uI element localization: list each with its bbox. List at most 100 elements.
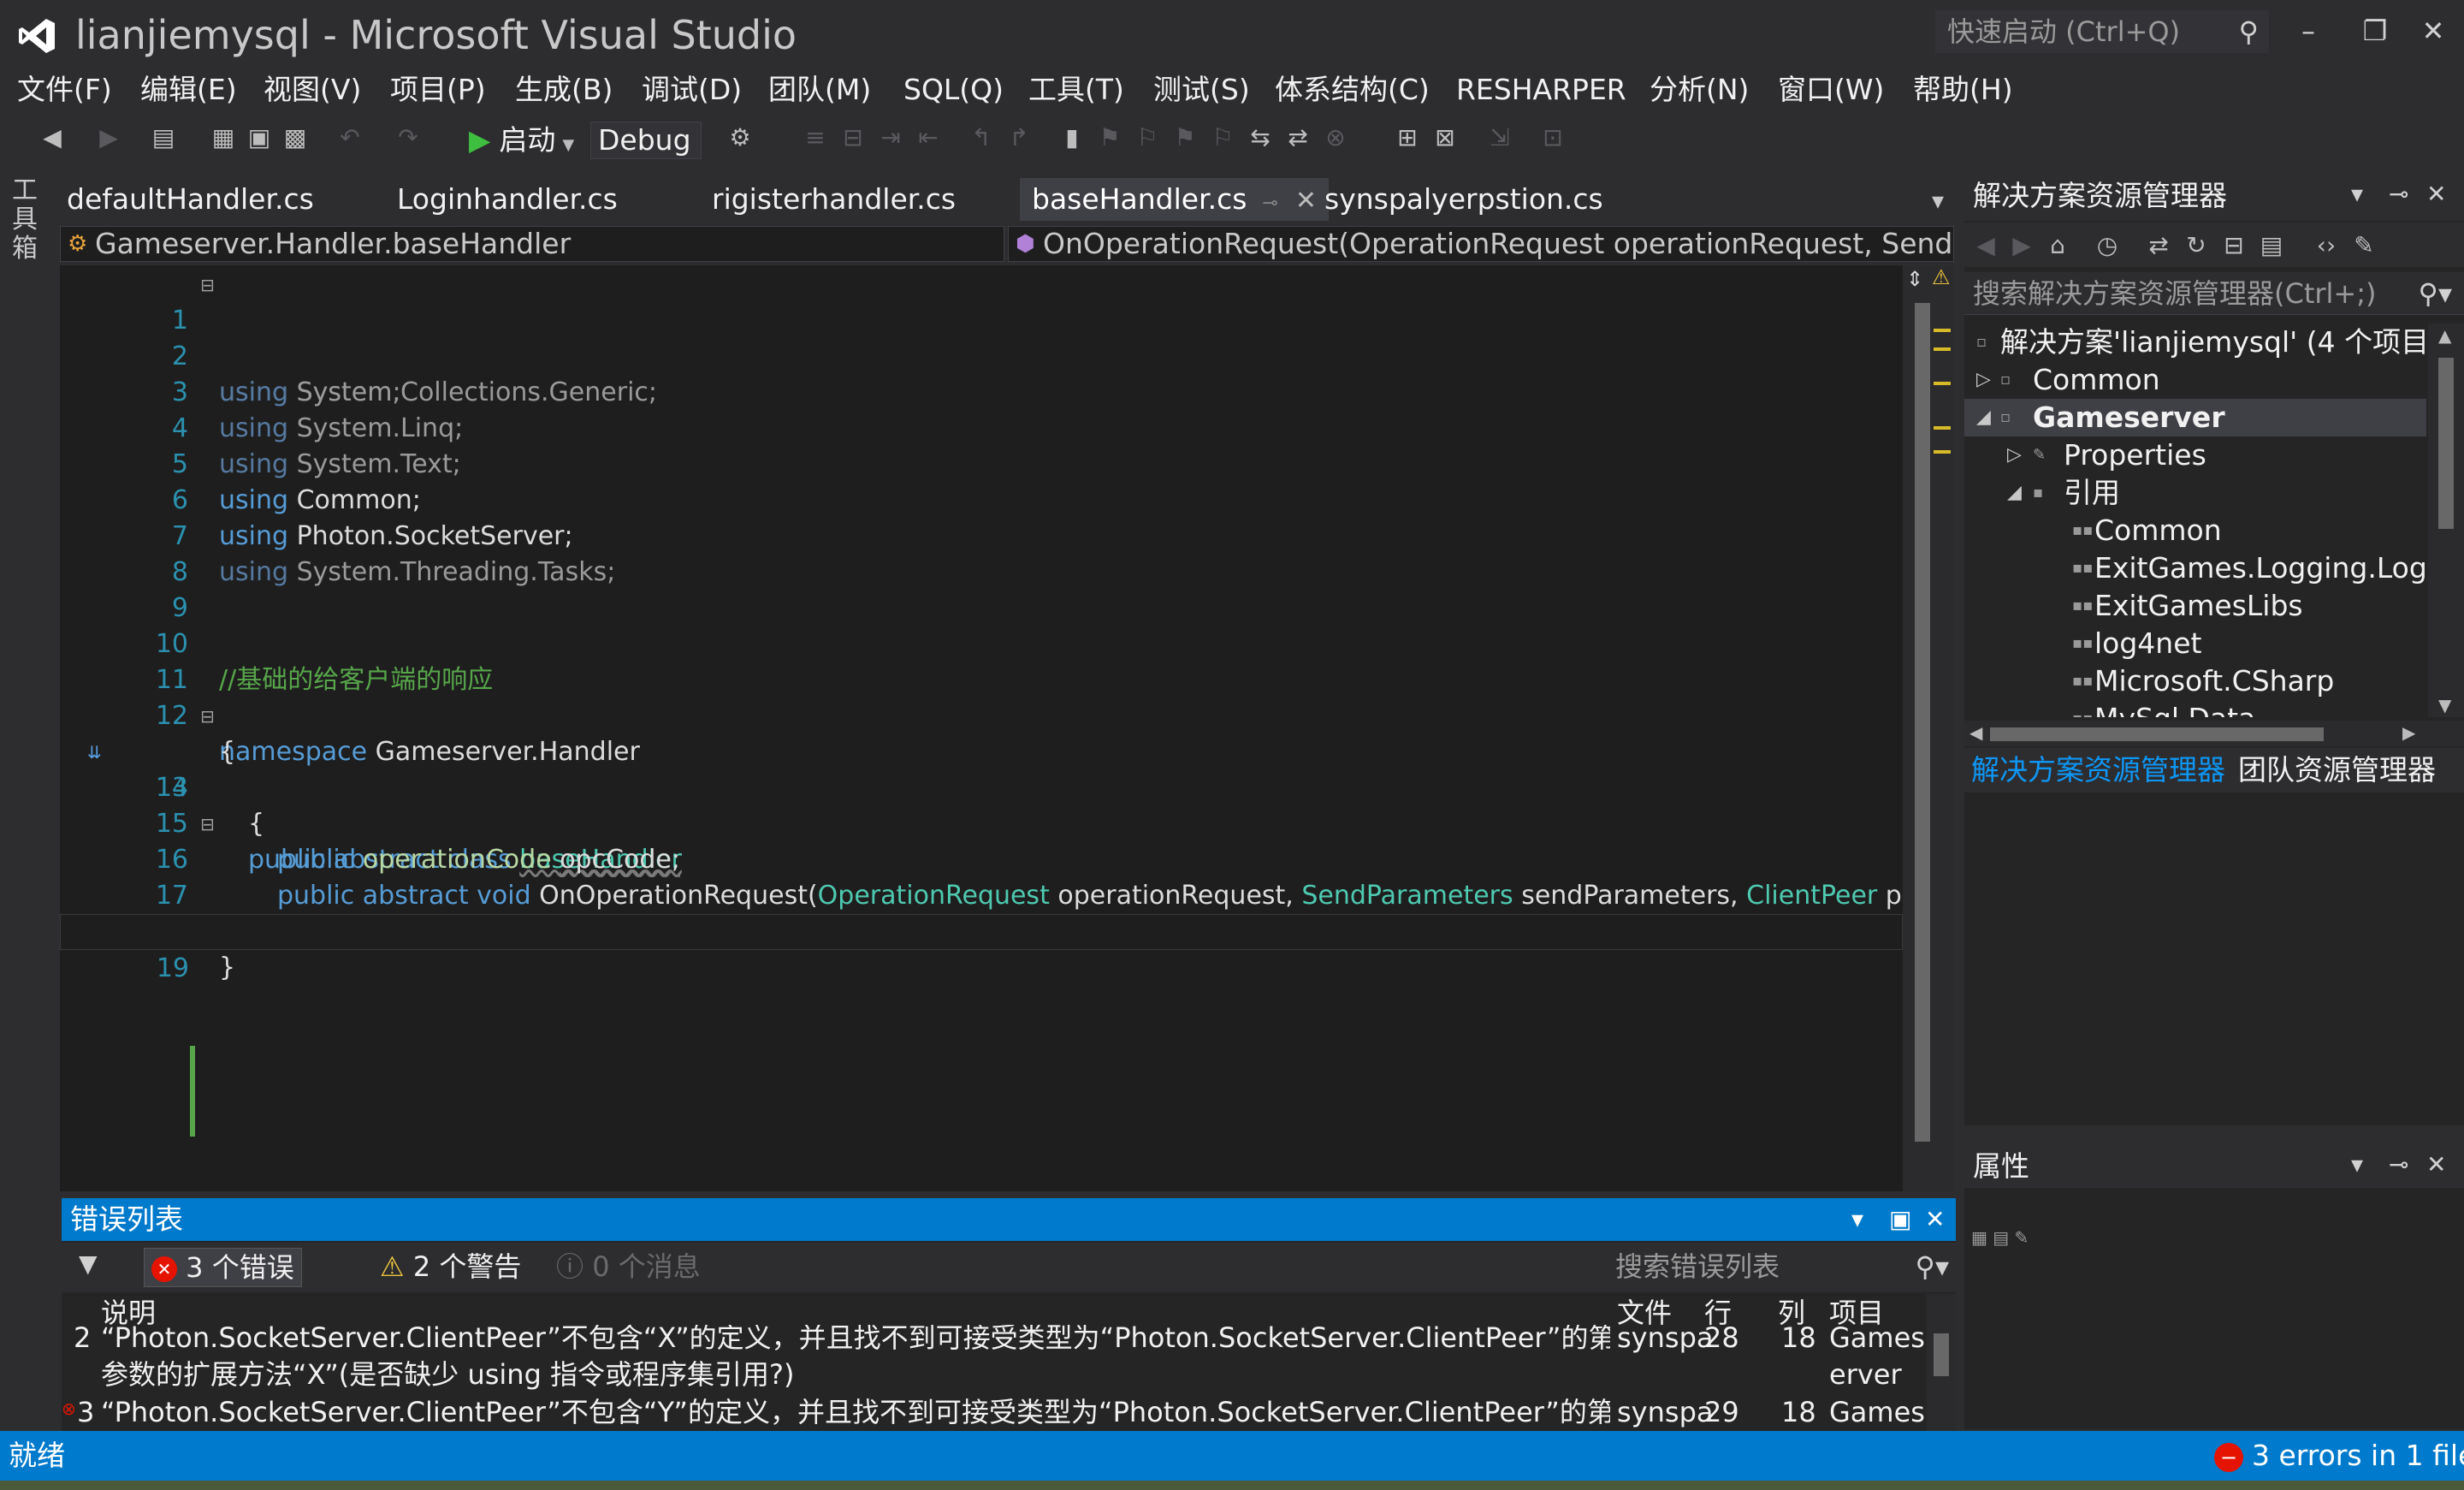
scrollbar-thumb[interactable] bbox=[1915, 303, 1930, 1142]
chevron-down-icon[interactable]: ▾ bbox=[2351, 180, 2363, 208]
collapse-all-icon[interactable]: ⊟ bbox=[2219, 231, 2248, 260]
bookmark-clear-icon[interactable]: ⚐ bbox=[1133, 123, 1162, 152]
menu-analyze[interactable]: 分析(N) bbox=[1650, 68, 1749, 111]
tree-item-solution[interactable]: ▫ 解决方案'lianjiemysql' (4 个项目) bbox=[1964, 324, 2426, 361]
bookmark-prev-icon[interactable]: ↰ bbox=[967, 123, 996, 152]
menu-architecture[interactable]: 体系结构(C) bbox=[1275, 68, 1430, 111]
show-all-files-icon[interactable]: ▤ bbox=[2257, 231, 2286, 260]
menu-edit[interactable]: 编辑(E) bbox=[140, 68, 237, 111]
maximize-icon[interactable]: ▣ bbox=[1889, 1205, 1911, 1233]
attach-icon[interactable]: ⚙ bbox=[726, 123, 755, 152]
back-icon[interactable]: ◀ bbox=[1971, 231, 2000, 260]
bookmark-folder-next-icon[interactable]: ⚐ bbox=[1208, 123, 1237, 152]
export-icon[interactable]: ⇲ bbox=[1485, 123, 1514, 152]
error-row[interactable]: ⊗ 3 “Photon.SocketServer.ClientPeer”不包含“… bbox=[62, 1393, 1927, 1431]
scrollbar-thumb[interactable] bbox=[2438, 358, 2454, 529]
menu-debug[interactable]: 调试(D) bbox=[642, 68, 742, 111]
menu-help[interactable]: 帮助(H) bbox=[1913, 68, 2013, 111]
tab-basehandler[interactable]: baseHandler.cs ⊸ ✕ bbox=[1020, 178, 1329, 221]
history-icon[interactable]: ◷ bbox=[2093, 231, 2122, 260]
minimize-button[interactable]: – bbox=[2284, 7, 2332, 55]
tree-item-folder[interactable]: ▷ ✎ Properties bbox=[1964, 436, 2426, 474]
scrollbar-thumb[interactable] bbox=[1990, 727, 2324, 741]
home-icon[interactable]: ⌂ bbox=[2043, 231, 2072, 260]
toolbox-tab[interactable]: 工具箱 bbox=[12, 176, 41, 264]
errors-filter-button[interactable]: ✕ 3 个错误 bbox=[144, 1248, 302, 1287]
forward-icon[interactable]: ▶ bbox=[94, 123, 123, 152]
menu-view[interactable]: 视图(V) bbox=[264, 68, 361, 111]
warnings-filter-button[interactable]: ⚠ 2 个警告 bbox=[373, 1248, 528, 1285]
scrollbar-thumb[interactable] bbox=[1934, 1333, 1949, 1376]
bookmark-toggle-icon[interactable]: ⚑ bbox=[1095, 123, 1124, 152]
collapse-icon[interactable]: ◢ bbox=[2007, 474, 2022, 512]
back-icon[interactable]: ◀ bbox=[38, 123, 67, 152]
menu-project[interactable]: 项目(P) bbox=[390, 68, 486, 111]
properties-icon[interactable]: ✎ bbox=[2349, 231, 2378, 260]
quick-launch-input[interactable]: 快速启动 (Ctrl+Q) ⚲ bbox=[1935, 10, 2269, 53]
publish-icon[interactable]: ⊞ bbox=[1393, 123, 1422, 152]
clear-bookmarks-icon[interactable]: ⊗ bbox=[1321, 123, 1350, 152]
indent-icon[interactable]: ⇥ bbox=[876, 123, 905, 152]
split-icon[interactable]: ⇕ bbox=[1906, 267, 1923, 291]
status-errors-notice[interactable]: −3 errors in 1 file bbox=[2214, 1436, 2464, 1475]
forward-icon[interactable]: ▶ bbox=[2007, 231, 2036, 260]
comment-icon[interactable]: ≡ bbox=[801, 123, 830, 152]
close-button[interactable]: ✕ bbox=[2409, 7, 2457, 55]
tree-item-reference[interactable]: ▪▪ Common bbox=[1964, 512, 2426, 549]
open-file-icon[interactable]: ▦ bbox=[209, 123, 238, 152]
error-row[interactable]: 2 “Photon.SocketServer.ClientPeer”不包含“X”… bbox=[62, 1325, 1927, 1354]
outdent-icon[interactable]: ⇤ bbox=[914, 123, 943, 152]
deploy-icon[interactable]: ⊠ bbox=[1430, 123, 1460, 152]
bookmark-folder-icon[interactable]: ⚑ bbox=[1170, 123, 1199, 152]
menu-sql[interactable]: SQL(Q) bbox=[903, 68, 1004, 111]
pin-icon[interactable]: ⊸ bbox=[2389, 180, 2408, 208]
member-selector[interactable]: ⬢ OnOperationRequest(OperationRequest op… bbox=[1008, 226, 1954, 262]
refresh-icon[interactable]: ↻ bbox=[2182, 231, 2211, 260]
messages-filter-button[interactable]: ⓘ 0 个消息 bbox=[549, 1248, 708, 1285]
format-icon[interactable]: ⊟ bbox=[838, 123, 868, 152]
tab-overflow-icon[interactable]: ▾ bbox=[1932, 187, 1944, 215]
menu-tools[interactable]: 工具(T) bbox=[1028, 68, 1124, 111]
start-debugging-button[interactable]: ▶ 启动 ▼ bbox=[469, 122, 574, 159]
tab-loginhandler[interactable]: Loginhandler.cs bbox=[385, 178, 630, 221]
error-row-continuation[interactable]: 参数的扩展方法“X”(是否缺少 using 指令或程序集引用?) erver bbox=[62, 1356, 1927, 1393]
menu-test[interactable]: 测试(S) bbox=[1153, 68, 1250, 111]
tab-team-explorer[interactable]: 团队资源管理器 bbox=[2238, 751, 2436, 789]
expand-icon[interactable]: ▷ bbox=[2007, 436, 2022, 474]
close-icon[interactable]: ✕ bbox=[1925, 1205, 1945, 1233]
tree-item-reference[interactable]: ▪▪ ExitGamesLibs bbox=[1964, 587, 2426, 625]
new-project-icon[interactable]: ▤ bbox=[149, 123, 178, 152]
filter-icon[interactable]: ▼ bbox=[79, 1250, 98, 1278]
solution-horizontal-scrollbar[interactable]: ◀ ▶ bbox=[1964, 721, 2464, 746]
code-editor[interactable]: 1 ⊟ using System; 2 using System.Collect… bbox=[60, 265, 1903, 1191]
type-selector[interactable]: ⚙ Gameserver.Handler.baseHandler bbox=[60, 226, 1004, 262]
bookmark-next-file-icon[interactable]: ⇄ bbox=[1283, 123, 1312, 152]
close-icon[interactable]: ✕ bbox=[2426, 180, 2446, 208]
tree-item-reference[interactable]: ▪▪MySql.Data bbox=[1964, 700, 2426, 717]
properties-toolbar-icons[interactable]: ▦ ▤ ✎ bbox=[1971, 1227, 2029, 1248]
tab-rigisterhandler[interactable]: rigisterhandler.cs bbox=[700, 178, 968, 221]
tree-item-reference[interactable]: ▪▪ log4net bbox=[1964, 625, 2426, 662]
save-all-icon[interactable]: ▩ bbox=[281, 123, 310, 152]
menu-resharper[interactable]: RESHARPER bbox=[1456, 68, 1626, 111]
pin-icon[interactable]: ⊸ bbox=[2389, 1150, 2408, 1178]
bookmark-icon[interactable]: ▮ bbox=[1057, 123, 1087, 152]
undo-icon[interactable]: ↶ bbox=[335, 123, 364, 152]
chevron-down-icon[interactable]: ▾ bbox=[1851, 1205, 1863, 1233]
scroll-down-icon[interactable]: ▼ bbox=[2438, 695, 2451, 715]
redo-icon[interactable]: ↷ bbox=[394, 123, 423, 152]
tab-synspalyerpstion[interactable]: synspalyerpstion.cs bbox=[1312, 178, 1615, 221]
tree-item-folder[interactable]: ◢ ▪ 引用 bbox=[1964, 474, 2426, 512]
tree-item-project-selected[interactable]: ◢ ▫ Gameserver bbox=[1964, 399, 2426, 436]
expand-icon[interactable]: ▷ bbox=[1976, 361, 1991, 399]
bookmark-prev-file-icon[interactable]: ⇆ bbox=[1246, 123, 1275, 152]
error-list-scrollbar[interactable] bbox=[1927, 1294, 1956, 1438]
tree-item-reference[interactable]: ▪▪ Microsoft.CSharp bbox=[1964, 662, 2426, 700]
tree-item-project[interactable]: ▷ ▫ Common bbox=[1964, 361, 2426, 399]
tab-defaulthandler[interactable]: defaultHandler.cs bbox=[55, 178, 326, 221]
collapse-icon[interactable]: ⊟ bbox=[200, 267, 215, 303]
menu-file[interactable]: 文件(F) bbox=[17, 68, 112, 111]
scroll-up-icon[interactable]: ▲ bbox=[2438, 325, 2451, 346]
sync-icon[interactable]: ⇄ bbox=[2144, 231, 2173, 260]
scroll-left-icon[interactable]: ◀ bbox=[1969, 722, 1982, 743]
